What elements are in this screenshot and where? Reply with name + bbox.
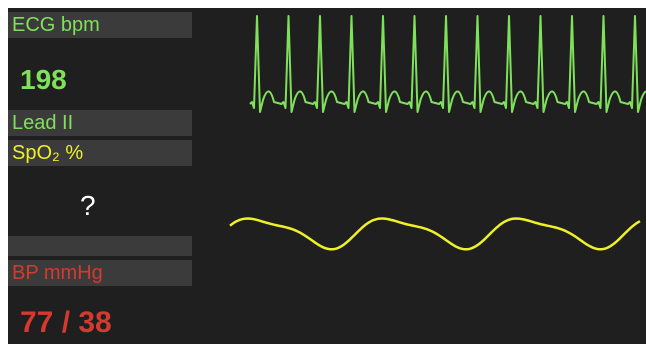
spo2-pleth-waveform: [229, 217, 641, 251]
patient-monitor: ECG bpm 198 Lead II SpO₂ % ? BP mmHg 77 …: [8, 8, 646, 344]
bp-label: BP mmHg: [8, 260, 192, 286]
ecg-label: ECG bpm: [8, 12, 192, 38]
spo2-label: SpO₂ %: [8, 140, 192, 166]
waveform-area: [198, 8, 646, 344]
spo2-divider: [8, 236, 192, 256]
heart-rate-value: 198: [20, 64, 67, 95]
ecg-lead-label: Lead II: [8, 110, 192, 136]
waveform-svg: [229, 15, 646, 251]
ecg-waveform: [249, 15, 646, 113]
vitals-panel: ECG bpm 198 Lead II SpO₂ % ? BP mmHg 77 …: [8, 8, 192, 344]
blood-pressure-value: 77 / 38: [20, 306, 112, 339]
